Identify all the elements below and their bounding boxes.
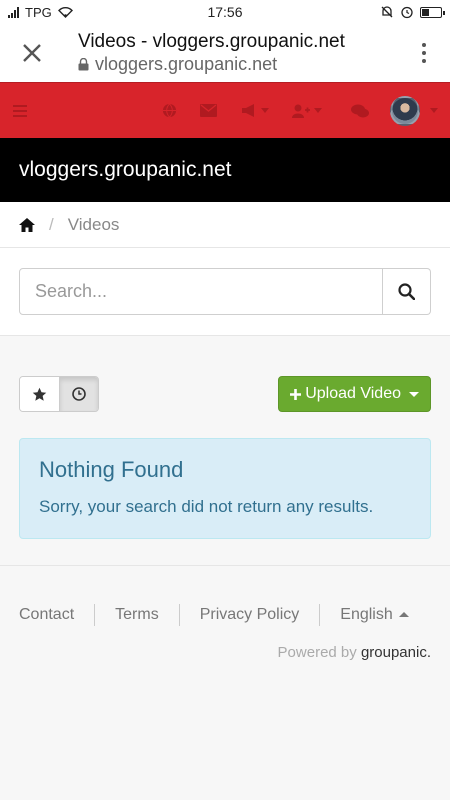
- lock-icon: [78, 57, 89, 71]
- search-input[interactable]: [19, 268, 383, 315]
- search-icon: [398, 283, 415, 300]
- more-options-icon[interactable]: [412, 43, 436, 63]
- user-menu[interactable]: [390, 83, 438, 139]
- comments-icon[interactable]: [336, 83, 384, 139]
- search-section: [0, 248, 450, 336]
- status-bar: TPG 17:56: [0, 0, 450, 24]
- main-content: Upload Video Nothing Found Sorry, your s…: [0, 336, 450, 566]
- video-toolbar: Upload Video: [19, 376, 431, 412]
- url-text: vloggers.groupanic.net: [95, 53, 278, 74]
- recent-sort-button[interactable]: [59, 377, 98, 411]
- upload-video-button[interactable]: Upload Video: [278, 376, 431, 412]
- alert-message: Sorry, your search did not return any re…: [39, 497, 374, 516]
- bullhorn-icon[interactable]: [232, 83, 278, 139]
- chevron-down-icon: [314, 108, 322, 113]
- add-user-icon[interactable]: [282, 83, 332, 139]
- menu-icon[interactable]: [12, 83, 28, 139]
- star-icon: [32, 387, 47, 401]
- powered-prefix: Powered by: [277, 644, 361, 661]
- globe-icon[interactable]: [154, 83, 184, 139]
- upload-video-label: Upload Video: [305, 385, 401, 402]
- footer: Contact Terms Privacy Policy English Pow…: [0, 566, 450, 661]
- alarm-icon: [401, 6, 413, 19]
- footer-link-terms[interactable]: Terms: [94, 604, 179, 626]
- breadcrumb-current: Videos: [67, 214, 120, 234]
- envelope-icon[interactable]: [188, 83, 228, 139]
- powered-brand-link[interactable]: groupanic.: [361, 644, 431, 661]
- close-icon[interactable]: [16, 37, 48, 69]
- footer-link-contact[interactable]: Contact: [19, 604, 94, 626]
- signal-icon: [8, 6, 19, 18]
- powered-by: Powered by groupanic.: [19, 644, 431, 661]
- empty-results-alert: Nothing Found Sorry, your search did not…: [19, 438, 431, 539]
- top-nav: [0, 82, 450, 138]
- language-selector[interactable]: English: [319, 604, 428, 626]
- alert-heading: Nothing Found: [39, 457, 184, 482]
- chevron-up-icon: [398, 612, 409, 618]
- avatar: [390, 95, 420, 126]
- status-left: TPG: [8, 5, 73, 20]
- breadcrumb: / Videos: [0, 202, 450, 248]
- chevron-down-icon: [409, 391, 419, 397]
- footer-links: Contact Terms Privacy Policy English: [19, 604, 431, 626]
- language-label: English: [340, 606, 393, 623]
- page-title: Videos - vloggers.groupanic.net: [78, 30, 345, 52]
- search-button[interactable]: [383, 268, 431, 315]
- home-icon[interactable]: [19, 217, 35, 232]
- clock-icon: [72, 387, 86, 401]
- site-title[interactable]: vloggers.groupanic.net: [19, 158, 231, 182]
- wifi-icon: [57, 7, 73, 18]
- footer-link-privacy[interactable]: Privacy Policy: [178, 604, 320, 626]
- battery-icon: [420, 6, 445, 18]
- chevron-down-icon: [430, 108, 438, 113]
- url-block[interactable]: Videos - vloggers.groupanic.net vloggers…: [78, 31, 412, 75]
- breadcrumb-separator: /: [49, 214, 54, 234]
- mute-bell-icon: [381, 6, 393, 18]
- chevron-down-icon: [261, 108, 269, 113]
- plus-icon: [290, 388, 302, 400]
- url-line: vloggers.groupanic.net: [78, 54, 412, 76]
- featured-sort-button[interactable]: [20, 377, 59, 411]
- site-title-bar: vloggers.groupanic.net: [0, 138, 450, 202]
- search-group: [19, 268, 431, 315]
- carrier-label: TPG: [25, 4, 52, 20]
- browser-bar: Videos - vloggers.groupanic.net vloggers…: [0, 24, 450, 82]
- status-right: [380, 5, 445, 19]
- sort-toggle: [19, 376, 99, 412]
